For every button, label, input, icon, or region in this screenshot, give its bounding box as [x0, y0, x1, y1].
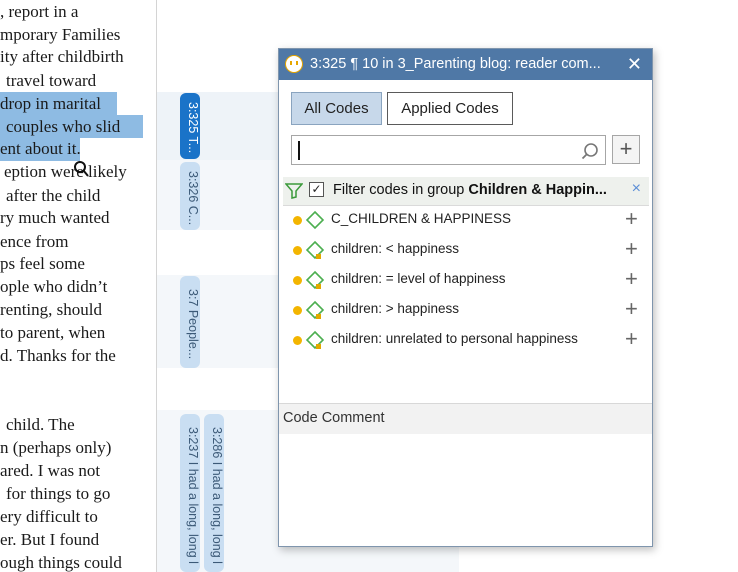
popup-title: 3:325 ¶ 10 in 3_Parenting blog: reader c…: [310, 56, 601, 72]
quotation-icon: [285, 55, 303, 73]
code-row[interactable]: children: = level of happiness +: [279, 265, 652, 295]
code-label: C_CHILDREN & HAPPINESS: [331, 211, 512, 226]
code-label: children: unrelated to personal happines…: [331, 331, 578, 346]
margin-code-tag[interactable]: 3:286 I had a long, long l: [204, 414, 224, 572]
doc-line: ery difficult to: [0, 507, 98, 526]
code-dot-icon: [293, 336, 302, 345]
margin-code-tag[interactable]: 3:237 I had a long, long l: [180, 414, 200, 572]
doc-line: ence from: [0, 232, 69, 251]
text-caret: [298, 141, 300, 160]
doc-line: for things to go: [6, 484, 111, 503]
filter-prefix: Filter codes in group: [333, 182, 469, 198]
apply-code-icon[interactable]: +: [625, 327, 638, 351]
code-popup-window: 3:325 ¶ 10 in 3_Parenting blog: reader c…: [278, 48, 653, 547]
search-input[interactable]: [291, 135, 606, 165]
code-icon: [305, 300, 325, 320]
group-filter-bar: ✓ Filter codes in group Children & Happi…: [283, 177, 649, 206]
doc-line: ry much wanted: [0, 208, 110, 227]
all-codes-button[interactable]: All Codes: [291, 92, 382, 125]
filter-group-name: Children & Happin...: [468, 182, 607, 198]
close-icon[interactable]: ✕: [627, 53, 642, 75]
search-icon[interactable]: [581, 142, 599, 160]
code-label: children: = level of happiness: [331, 271, 506, 286]
filter-label: Filter codes in group Children & Happin.…: [333, 182, 616, 198]
doc-line: child. The: [6, 415, 75, 434]
document-text-pane[interactable]: , report in a mporary Families ity after…: [0, 0, 156, 572]
code-row[interactable]: children: > happiness +: [279, 295, 652, 325]
code-icon: [305, 270, 325, 290]
apply-code-icon[interactable]: +: [625, 207, 638, 231]
code-label: children: < happiness: [331, 241, 459, 256]
clear-filter-icon[interactable]: ×: [632, 180, 641, 198]
funnel-icon: [285, 183, 303, 199]
doc-line: ity after childbirth: [0, 47, 124, 66]
code-row[interactable]: children: unrelated to personal happines…: [279, 325, 652, 355]
doc-line: er. But I found: [0, 530, 100, 549]
doc-line: eption were likely: [4, 162, 127, 181]
doc-line: ople who didn’t: [0, 277, 108, 296]
code-dot-icon: [293, 276, 302, 285]
doc-line: drop in marital: [0, 94, 102, 113]
margin-code-tag[interactable]: 3:325 T...: [180, 93, 200, 159]
applied-codes-button[interactable]: Applied Codes: [387, 92, 513, 125]
code-comment-header: Code Comment: [279, 403, 652, 435]
code-dot-icon: [293, 216, 302, 225]
code-group-icon: [305, 210, 325, 230]
code-dot-icon: [293, 306, 302, 315]
doc-line: ared. I was not: [0, 461, 101, 480]
apply-code-icon[interactable]: +: [625, 267, 638, 291]
margin-code-tag[interactable]: 3:326 C...: [180, 162, 200, 230]
doc-line: renting, should: [0, 300, 102, 319]
doc-line: ps feel some: [0, 254, 85, 273]
doc-line: n (perhaps only): [0, 438, 112, 457]
doc-line: couples who slid: [6, 117, 121, 136]
popup-titlebar[interactable]: 3:325 ¶ 10 in 3_Parenting blog: reader c…: [279, 49, 652, 80]
code-dot-icon: [293, 246, 302, 255]
margin-code-tag[interactable]: 3:7 People...: [180, 276, 200, 368]
add-code-button[interactable]: +: [612, 135, 640, 164]
code-comment-editor[interactable]: [279, 434, 652, 546]
code-icon: [305, 240, 325, 260]
code-row[interactable]: C_CHILDREN & HAPPINESS +: [279, 205, 652, 235]
doc-line: , report in a: [0, 2, 79, 21]
text-cursor-icon: [74, 161, 89, 177]
doc-line: ough things could: [0, 553, 122, 572]
doc-line: ent about it.: [0, 139, 81, 158]
apply-code-icon[interactable]: +: [625, 297, 638, 321]
filter-checkbox[interactable]: ✓: [309, 182, 324, 197]
code-row[interactable]: children: < happiness +: [279, 235, 652, 265]
doc-line: to parent, when: [0, 323, 106, 342]
doc-line: mporary Families: [0, 25, 121, 44]
code-icon: [305, 330, 325, 350]
doc-line: travel toward: [6, 71, 97, 90]
code-label: children: > happiness: [331, 301, 459, 316]
doc-line: after the child: [6, 186, 101, 205]
code-comment-label: Code Comment: [283, 410, 385, 426]
doc-line: d. Thanks for the: [0, 346, 116, 365]
apply-code-icon[interactable]: +: [625, 237, 638, 261]
